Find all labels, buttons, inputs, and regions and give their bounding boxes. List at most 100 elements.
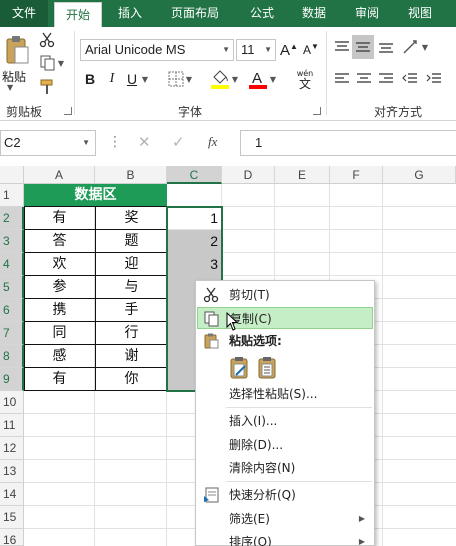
format-painter-button[interactable] [37,78,57,96]
menu-item-quick-analysis[interactable]: 快速分析(Q) [197,484,373,506]
tab-file[interactable]: 文件 [0,0,48,27]
copy-button[interactable]: ▼ [37,54,67,72]
tab-insert[interactable]: 插入 [108,0,152,27]
cell-a2[interactable]: 有 [24,207,95,229]
align-middle-button[interactable] [352,35,374,59]
italic-button[interactable]: I [104,69,120,89]
more-options-icon[interactable]: ⋮ [108,134,122,150]
decrease-indent-button[interactable] [400,69,420,89]
paste-option-button[interactable] [228,356,250,380]
paste-label[interactable]: 粘贴 [2,68,26,85]
select-all-corner[interactable] [0,166,24,184]
formula-input[interactable]: 1 [240,130,456,156]
menu-item-insert[interactable]: 插入(I)... [197,410,373,432]
menu-item-delete[interactable]: 删除(D)... [197,434,373,456]
row-header-12[interactable]: 12 [0,437,24,460]
cell-a7[interactable]: 同 [24,322,95,344]
cell-b7[interactable]: 行 [96,322,167,344]
menu-item-sort[interactable]: 排序(O) ▶ [197,531,373,546]
cell-b3[interactable]: 题 [96,230,167,252]
cell-b9[interactable]: 你 [96,368,167,390]
cell-a4[interactable]: 欢 [24,253,95,275]
underline-dropdown[interactable]: ▼ [140,69,150,89]
font-color-icon: A [248,70,267,89]
quick-analysis-icon [204,487,219,503]
cell-b2[interactable]: 奖 [96,207,167,229]
cancel-icon[interactable]: ✕ [138,133,151,151]
column-header-d[interactable]: D [222,166,275,184]
font-launcher-icon[interactable] [313,107,321,115]
align-bottom-button[interactable] [376,37,396,57]
align-right-button[interactable] [376,69,396,89]
font-name-combo[interactable]: Arial Unicode MS ▼ [80,39,234,61]
font-size-combo[interactable]: 11 ▼ [236,39,276,61]
align-left-button[interactable] [332,69,352,89]
shrink-font-button[interactable]: A ▼ [302,39,320,61]
insert-function-button[interactable]: fx [208,134,217,150]
column-header-e[interactable]: E [275,166,330,184]
clipboard-launcher-icon[interactable] [64,107,72,115]
clipboard-icon [6,36,29,64]
paste-button[interactable] [2,33,32,69]
tab-formulas[interactable]: 公式 [240,0,284,27]
row-header-7[interactable]: 7 [0,322,24,345]
cell-b8[interactable]: 谢 [96,345,167,367]
row-header-6[interactable]: 6 [0,299,24,322]
cell-a8[interactable]: 感 [24,345,95,367]
cell-a3[interactable]: 答 [24,230,95,252]
cell-b5[interactable]: 与 [96,276,167,298]
column-header-f[interactable]: F [330,166,383,184]
tab-data[interactable]: 数据 [292,0,336,27]
row-header-2[interactable]: 2 [0,207,24,230]
tab-page-layout[interactable]: 页面布局 [162,0,228,27]
align-center-button[interactable] [354,69,374,89]
align-top-button[interactable] [332,37,352,57]
underline-button[interactable]: U [124,69,140,89]
group-separator [326,31,327,115]
row-header-3[interactable]: 3 [0,230,24,253]
column-header-g[interactable]: G [383,166,456,184]
menu-item-clear-contents[interactable]: 清除内容(N) [197,457,373,479]
tab-view[interactable]: 视图 [398,0,442,27]
cell-a5[interactable]: 参 [24,276,95,298]
row-header-16[interactable]: 16 [0,529,24,546]
orientation-button[interactable]: ▼ [400,37,430,57]
table-title-cell[interactable]: 数据区 [24,184,167,207]
fill-color-button[interactable]: ▼ [208,67,240,91]
cell-a9[interactable]: 有 [24,368,95,390]
column-header-b[interactable]: B [95,166,167,184]
row-header-5[interactable]: 5 [0,276,24,299]
cut-button[interactable] [37,31,57,49]
increase-indent-button[interactable] [424,69,444,89]
cell-a6[interactable]: 携 [24,299,95,321]
row-header-13[interactable]: 13 [0,460,24,483]
row-header-9[interactable]: 9 [0,368,24,391]
paste-dropdown-caret[interactable]: ▼ [7,83,13,92]
cell-b4[interactable]: 迎 [96,253,167,275]
menu-item-copy[interactable]: 复制(C) [197,307,373,329]
row-header-4[interactable]: 4 [0,253,24,276]
name-box[interactable]: C2 ▼ [0,130,96,156]
bold-button[interactable]: B [82,69,98,89]
phonetic-button[interactable]: wén 文 [288,67,322,93]
row-header-15[interactable]: 15 [0,506,24,529]
menu-item-paste-special[interactable]: 选择性粘贴(S)... [197,383,373,405]
row-header-8[interactable]: 8 [0,345,24,368]
column-header-a[interactable]: A [24,166,95,184]
menu-item-filter[interactable]: 筛选(E) ▶ [197,508,373,530]
tab-home[interactable]: 开始 [54,2,102,28]
font-color-button[interactable]: A ▼ [246,67,278,91]
tab-review[interactable]: 审阅 [345,0,389,27]
borders-button[interactable]: ▼ [166,69,194,89]
row-header-11[interactable]: 11 [0,414,24,437]
format-painter-icon [40,79,53,94]
paste-values-button[interactable] [256,356,278,380]
enter-icon[interactable]: ✓ [172,133,185,151]
row-header-14[interactable]: 14 [0,483,24,506]
row-header-10[interactable]: 10 [0,391,24,414]
row-header-1[interactable]: 1 [0,184,24,207]
menu-item-cut[interactable]: 剪切(T) [197,284,373,306]
cell-b6[interactable]: 手 [96,299,167,321]
column-header-c[interactable]: C [167,166,222,184]
grow-font-button[interactable]: A ▲ [280,39,298,61]
